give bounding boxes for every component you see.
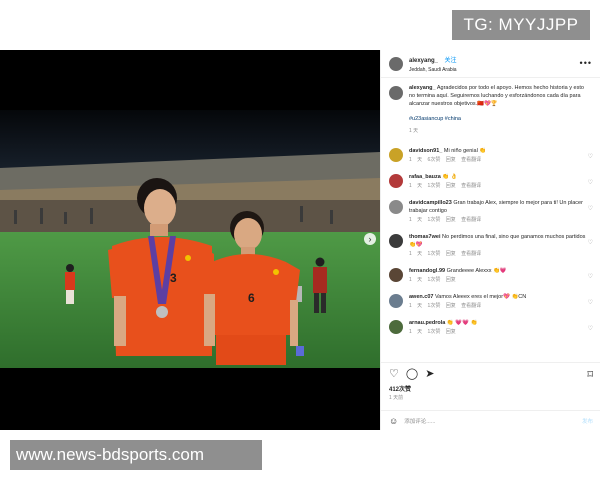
post-header: alexyang_ 关注 Jeddah, Saudi Arabia •••	[381, 50, 600, 78]
comment-avatar[interactable]	[389, 294, 403, 308]
share-icon[interactable]: ➤	[425, 368, 434, 380]
instagram-post: 6 3 › alexyang_ 关注 Jeddah, Saudi Arabia …	[0, 50, 600, 430]
comment-like-icon[interactable]: ♡	[588, 153, 593, 160]
emoji-icon[interactable]: ☺	[389, 416, 398, 426]
left-jersey-number: 3	[170, 271, 177, 285]
comment-text: Vamos Aleeex eres el mejor💖 👏CN	[435, 294, 527, 300]
next-image-button[interactable]: ›	[364, 233, 376, 245]
watermark-bottom: www.news-bdsports.com	[10, 440, 262, 470]
comment-item: thomas7wei No perdimos una final, sino q…	[389, 233, 593, 258]
caption-time: 1 天	[409, 128, 419, 134]
more-options-icon[interactable]: •••	[580, 58, 592, 68]
post-actions: ♡ ◯ ➤ ⌑ 412次赞 1 天前 ☺ 添加评论...... 发布	[381, 362, 600, 430]
comment-item: davidson91_ Mi niño genial 👏 1 天 6次赞 回复 …	[389, 147, 593, 164]
comment-avatar[interactable]	[389, 148, 403, 162]
comment-like-icon[interactable]: ♡	[588, 299, 593, 306]
like-count[interactable]: 412次赞	[389, 384, 593, 393]
add-comment-input[interactable]: 添加评论......	[404, 417, 582, 425]
screenshot-page: TG: MYYJJPP 6 3 › alexyang_ 关注 Jeddah, S…	[0, 0, 600, 480]
comment-item: arnau.pedrola 👏 💗💗 👏 1 天 1次赞 回复 ♡	[389, 319, 593, 336]
comment-item: davidcampillo23 Gran trabajo Alex, siemp…	[389, 199, 593, 224]
comment-item: rafaa_bauza 👏 👌 1 天 1次赞 回复 查看翻译 ♡	[389, 173, 593, 190]
comment-text: Grandeeee Alexxx 👏💗	[446, 268, 507, 274]
comment-like-icon[interactable]: ♡	[588, 179, 593, 186]
comment-like-icon[interactable]: ♡	[588, 325, 593, 332]
chevron-right-icon: ›	[368, 234, 372, 244]
like-icon[interactable]: ♡	[389, 368, 399, 380]
comment-username[interactable]: awen.c07	[409, 294, 433, 300]
bookmark-icon[interactable]: ⌑	[587, 368, 593, 381]
comment-meta[interactable]: 1 天 1次赞 回复 查看翻译	[409, 302, 587, 310]
author-username[interactable]: alexyang_	[409, 58, 438, 64]
caption-text: Agradecidos por todo el apoyo. Hemos hec…	[409, 85, 584, 107]
post-comment-button[interactable]: 发布	[582, 417, 593, 425]
comment-meta[interactable]: 1 天 1次赞 回复	[409, 276, 587, 284]
comment-like-icon[interactable]: ♡	[588, 205, 593, 212]
comment-text: 👏 💗💗 👏	[446, 320, 478, 326]
comment-like-icon[interactable]: ♡	[588, 239, 593, 246]
comment-username[interactable]: thomas7wei	[409, 234, 440, 240]
caption-hashtags[interactable]: #u23asiancup #china	[409, 115, 589, 123]
comment-like-icon[interactable]: ♡	[588, 273, 593, 280]
comment-item: fernandogl.99 Grandeeee Alexxx 👏💗 1 天 1次…	[389, 267, 593, 284]
comment-text: 👏 👌	[442, 174, 458, 180]
post-location[interactable]: Jeddah, Saudi Arabia	[409, 66, 457, 75]
post-photo: 6 3	[0, 50, 380, 430]
post-time: 1 天前	[389, 395, 404, 401]
comment-username[interactable]: arnau.pedrola	[409, 320, 445, 326]
comment-avatar[interactable]	[389, 320, 403, 334]
comment-text: Mi niño genial 👏	[443, 148, 487, 154]
comment-avatar[interactable]	[389, 234, 403, 248]
author-avatar[interactable]	[389, 56, 403, 71]
comment-meta[interactable]: 1 天 6次赞 回复 查看翻译	[409, 156, 587, 164]
comments-list[interactable]: alexyang_ Agradecidos por todo el apoyo.…	[381, 80, 600, 362]
comment-username[interactable]: davidcampillo23	[409, 200, 452, 206]
comment-meta[interactable]: 1 天 1次赞 回复 查看翻译	[409, 216, 587, 224]
follow-button[interactable]: 关注	[444, 58, 456, 64]
right-jersey-number: 6	[248, 291, 255, 305]
comment-avatar[interactable]	[389, 200, 403, 214]
comment-username[interactable]: fernandogl.99	[409, 268, 445, 274]
comment-meta[interactable]: 1 天 1次赞 回复	[409, 328, 587, 336]
comment-meta[interactable]: 1 天 1次赞 回复 查看翻译	[409, 250, 587, 258]
comment-avatar[interactable]	[389, 268, 403, 282]
comment-meta[interactable]: 1 天 1次赞 回复 查看翻译	[409, 182, 587, 190]
caption-username[interactable]: alexyang_	[409, 85, 436, 91]
post-media[interactable]: 6 3 ›	[0, 50, 380, 430]
post-sidebar: alexyang_ 关注 Jeddah, Saudi Arabia ••• al…	[380, 50, 600, 430]
post-caption: alexyang_ Agradecidos por todo el apoyo.…	[389, 84, 593, 135]
comment-username[interactable]: rafaa_bauza	[409, 174, 441, 180]
watermark-top: TG: MYYJJPP	[452, 10, 590, 40]
comment-item: awen.c07 Vamos Aleeex eres el mejor💖 👏CN…	[389, 293, 593, 310]
comment-icon[interactable]: ◯	[406, 368, 418, 380]
comment-username[interactable]: davidson91_	[409, 148, 442, 154]
caption-avatar[interactable]	[389, 86, 403, 100]
comment-avatar[interactable]	[389, 174, 403, 188]
add-comment-bar: ☺ 添加评论...... 发布	[381, 410, 600, 430]
